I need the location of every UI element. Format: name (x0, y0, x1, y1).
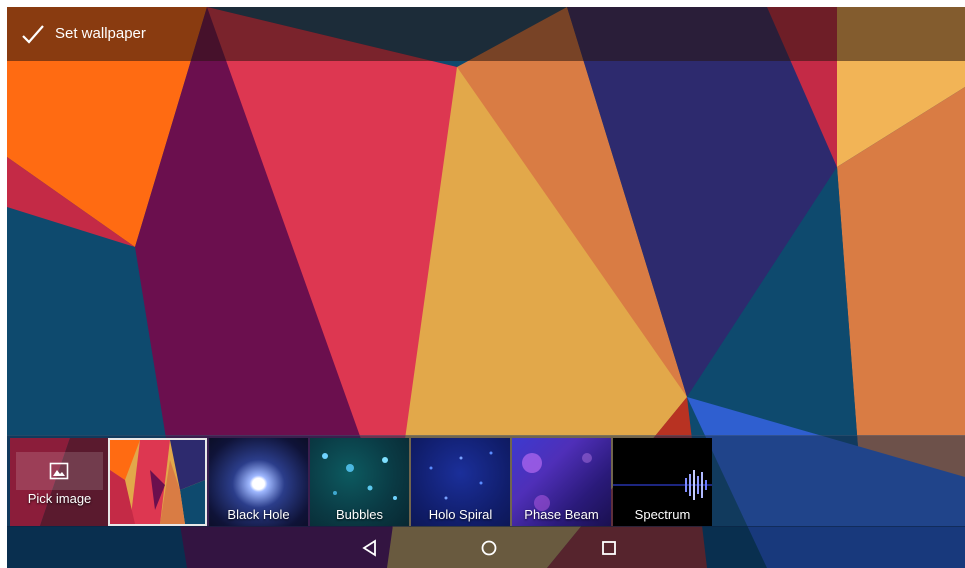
black-hole-tile[interactable]: Black Hole (209, 438, 308, 526)
check-icon[interactable] (21, 23, 45, 47)
back-icon[interactable] (358, 536, 382, 560)
tile-label: Black Hole (227, 507, 290, 522)
phase-beam-tile[interactable]: Phase Beam (512, 438, 611, 526)
home-icon[interactable] (477, 536, 501, 560)
wallpaper-picker-strip: Pick image Black Hole Bubbles Holo Spira… (7, 435, 965, 527)
image-icon (49, 462, 69, 480)
tile-label: Spectrum (634, 507, 691, 522)
screen: Set wallpaper Pick image Black Hole Bubb… (7, 7, 965, 568)
tile-label: Pick image (27, 491, 92, 506)
tile-label: Bubbles (336, 507, 383, 522)
action-bar: Set wallpaper (7, 7, 965, 61)
holo-spiral-tile[interactable]: Holo Spiral (411, 438, 510, 526)
bubbles-tile[interactable]: Bubbles (310, 438, 409, 526)
default-wallpaper-tile[interactable] (108, 438, 207, 526)
pick-image-tile[interactable]: Pick image (10, 438, 109, 526)
navigation-bar (7, 526, 965, 568)
tile-label: Holo Spiral (428, 507, 493, 522)
tile-label: Phase Beam (524, 507, 599, 522)
default-wallpaper-thumbnail (110, 440, 205, 524)
set-wallpaper-button[interactable]: Set wallpaper (55, 25, 146, 42)
spectrum-tile[interactable]: Spectrum (613, 438, 712, 526)
recents-icon[interactable] (597, 536, 621, 560)
pick-image-background (10, 438, 109, 526)
